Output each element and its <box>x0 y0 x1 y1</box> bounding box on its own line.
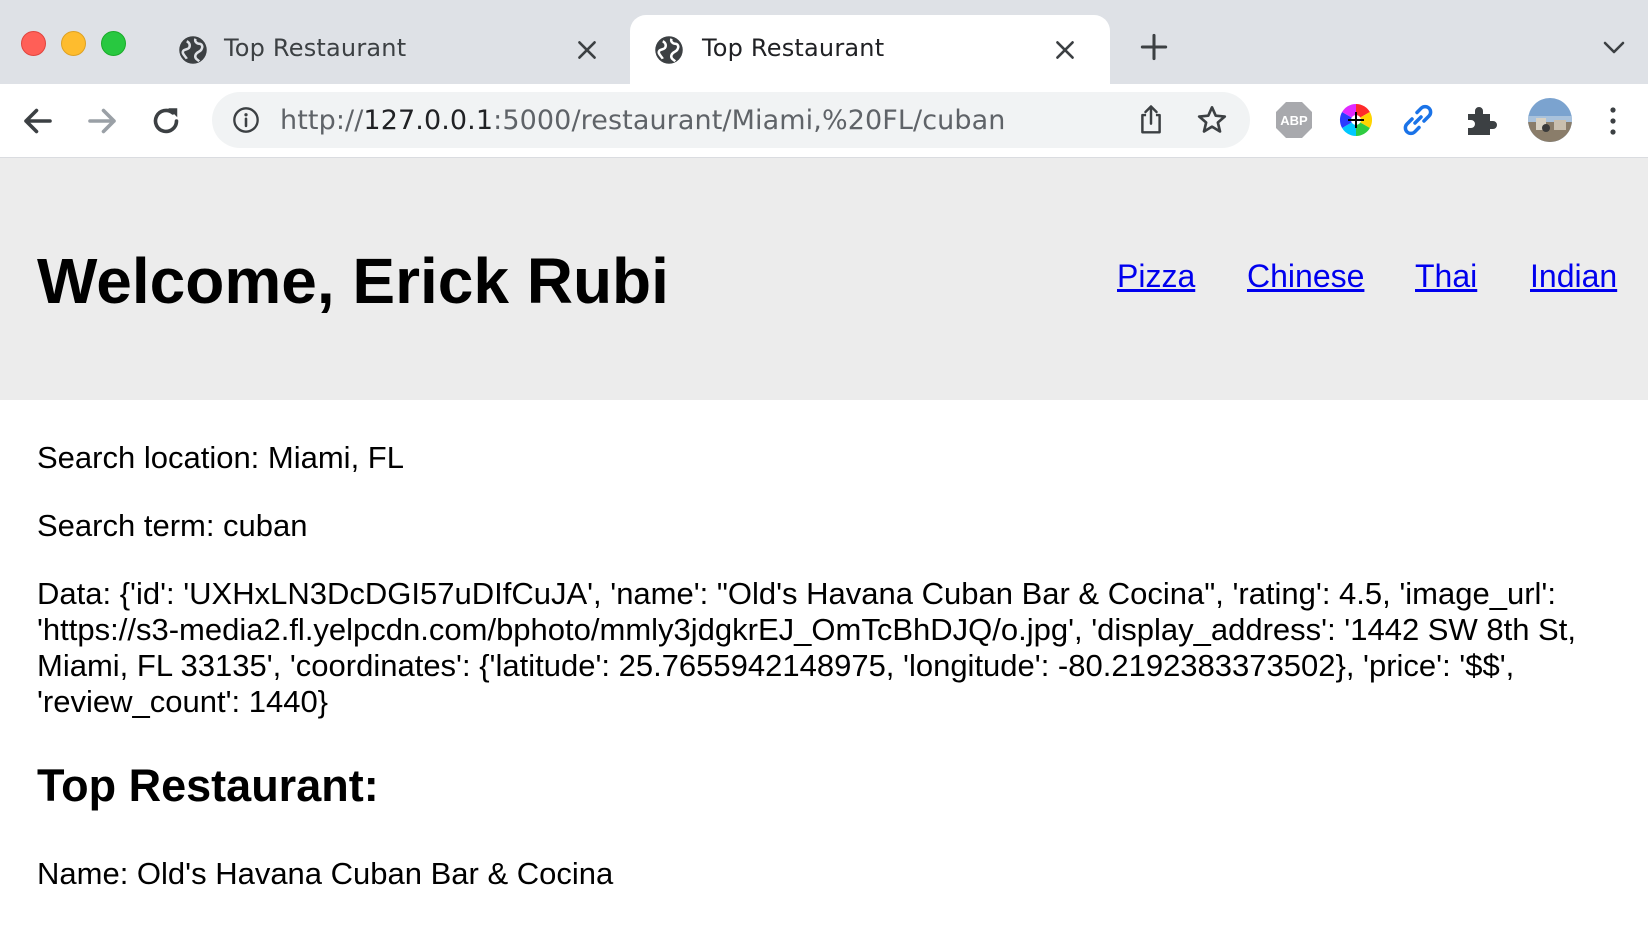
bookmark-star-icon[interactable] <box>1196 104 1228 136</box>
tab-title: Top Restaurant <box>224 34 407 62</box>
search-term-text: Search term: cuban <box>37 508 308 543</box>
new-tab-plus-icon[interactable] <box>1140 33 1168 61</box>
welcome-heading: Welcome, Erick Rubi <box>37 245 669 317</box>
url-path: :5000/restaurant/Miami,%20FL/cuban <box>493 105 1006 136</box>
tab-strip: Top Restaurant Top Restaurant <box>0 0 1648 84</box>
tab-inactive[interactable]: Top Restaurant <box>160 15 630 84</box>
browser-toolbar: http://127.0.0.1:5000/restaurant/Miami,%… <box>0 84 1648 158</box>
share-icon[interactable] <box>1136 104 1166 136</box>
reload-icon[interactable] <box>148 103 184 139</box>
nav-link-thai[interactable]: Thai <box>1415 258 1477 295</box>
maximize-window-button[interactable] <box>101 31 126 56</box>
nav-link-pizza[interactable]: Pizza <box>1117 258 1195 295</box>
back-arrow-icon[interactable] <box>20 103 56 139</box>
restaurant-name-text: Name: Old's Havana Cuban Bar & Cocina <box>37 856 614 891</box>
tab-active[interactable]: Top Restaurant <box>630 15 1110 84</box>
extensions-puzzle-icon[interactable] <box>1460 100 1500 140</box>
profile-avatar[interactable] <box>1528 98 1572 142</box>
url-text[interactable]: http://127.0.0.1:5000/restaurant/Miami,%… <box>280 105 1005 136</box>
more-menu-icon[interactable] <box>1604 104 1622 138</box>
adblock-label: ABP <box>1280 113 1308 128</box>
top-restaurant-heading: Top Restaurant: <box>37 760 379 811</box>
nav-link-chinese[interactable]: Chinese <box>1247 258 1364 295</box>
globe-icon <box>179 36 207 64</box>
page-header: Welcome, Erick Rubi Pizza Chinese Thai I… <box>0 158 1648 400</box>
forward-arrow-icon[interactable] <box>84 103 120 139</box>
minimize-window-button[interactable] <box>61 31 86 56</box>
info-icon[interactable] <box>232 106 260 134</box>
address-bar[interactable]: http://127.0.0.1:5000/restaurant/Miami,%… <box>212 92 1250 148</box>
close-window-button[interactable] <box>21 31 46 56</box>
adblock-plus-icon[interactable]: ABP <box>1274 100 1314 140</box>
color-picker-icon[interactable] <box>1336 100 1376 140</box>
close-icon[interactable] <box>1052 37 1078 63</box>
url-scheme: http:// <box>280 105 364 136</box>
nav-link-indian[interactable]: Indian <box>1530 258 1617 295</box>
link-icon[interactable] <box>1398 100 1438 140</box>
search-location-text: Search location: Miami, FL <box>37 440 404 475</box>
url-host: 127.0.0.1 <box>363 105 494 136</box>
close-icon[interactable] <box>574 37 600 63</box>
globe-icon <box>655 36 683 64</box>
chevron-down-icon[interactable] <box>1602 40 1626 56</box>
raw-data-text: Data: {'id': 'UXHxLN3DcDGI57uDIfCuJA', '… <box>37 576 1576 719</box>
tab-title: Top Restaurant <box>702 34 885 62</box>
